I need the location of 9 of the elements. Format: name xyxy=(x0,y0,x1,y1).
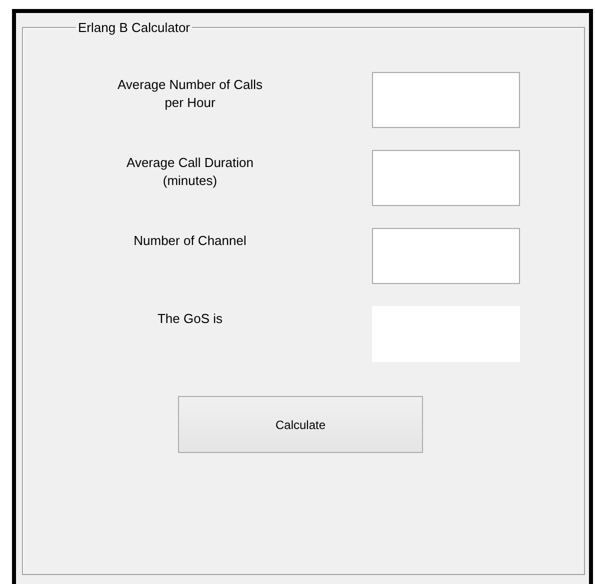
field-label: Average Number of Calls per Hour xyxy=(118,76,262,112)
calculate-button[interactable]: Calculate xyxy=(178,396,423,453)
input-field[interactable] xyxy=(372,150,520,206)
input-field[interactable] xyxy=(372,228,520,284)
field-label: Number of Channel xyxy=(134,232,246,250)
field-label: Average Call Duration (minutes) xyxy=(126,154,254,190)
input-field[interactable] xyxy=(372,72,520,128)
field-label: The GoS is xyxy=(157,310,223,328)
group-title: Erlang B Calculator xyxy=(77,20,191,35)
